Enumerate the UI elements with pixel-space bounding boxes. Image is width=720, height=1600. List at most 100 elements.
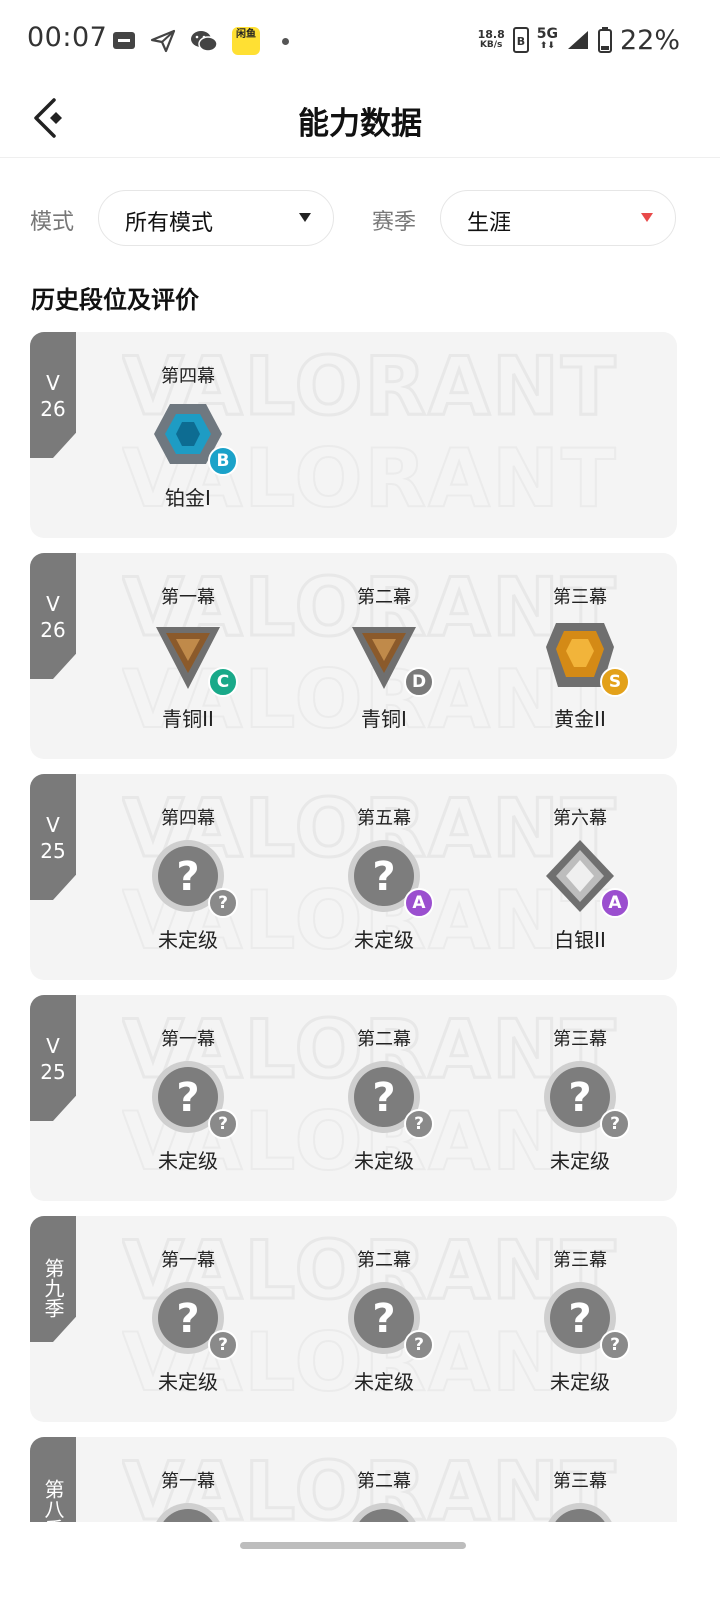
act-item[interactable]: 第三幕	[490, 1437, 670, 1522]
rank-name: 白银II	[554, 928, 606, 952]
rank-badge: A	[542, 838, 630, 918]
xianyu-app-icon: 闲鱼	[232, 27, 260, 55]
season-tag-line2: 26	[40, 397, 66, 421]
rank-badge: B	[150, 396, 238, 476]
svg-text:?: ?	[176, 854, 199, 900]
svg-text:?: ?	[176, 1075, 199, 1121]
act-item[interactable]: 第二幕 ? ? 未定级	[294, 995, 474, 1201]
rank-badge: ? ?	[542, 1059, 630, 1139]
mode-label: 模式	[30, 210, 75, 235]
unranked-icon	[548, 1503, 612, 1522]
season-tag: V 25	[30, 995, 76, 1121]
signal-icon	[567, 31, 588, 49]
rank-name: 未定级	[354, 928, 414, 952]
act-item[interactable]: 第二幕	[294, 1437, 474, 1522]
grade-badge: A	[404, 888, 434, 918]
section-title: 历史段位及评价	[31, 286, 199, 314]
rank-badge: ? ?	[150, 1280, 238, 1360]
svg-text:?: ?	[568, 1075, 591, 1121]
grade-badge: ?	[208, 888, 238, 918]
grade-badge: ?	[404, 1109, 434, 1139]
act-name: 第四幕	[161, 808, 215, 829]
rank-name: 青铜II	[162, 707, 214, 731]
grade-badge: ?	[600, 1330, 630, 1360]
rank-badge: D	[346, 617, 434, 697]
season-tag-line1: V	[46, 813, 60, 837]
act-name: 第五幕	[357, 808, 411, 829]
act-item[interactable]: 第二幕 ? ? 未定级	[294, 1216, 474, 1422]
act-item[interactable]: 第三幕 S 黄金II	[490, 553, 670, 759]
act-item[interactable]: 第一幕 ? ? 未定级	[98, 995, 278, 1201]
grade-badge: ?	[208, 1330, 238, 1360]
network-label: 5G	[536, 26, 558, 42]
season-card: VALORANT VALORANT V 26 第一幕 C 青铜II 第二幕 D …	[30, 553, 677, 759]
mode-select[interactable]: 所有模式	[98, 190, 334, 246]
rank-badge: C	[150, 617, 238, 697]
act-name: 第三幕	[553, 1250, 607, 1271]
system-status: 18.8 KB/s B 5G ⬆⬇ 22%	[478, 22, 680, 58]
act-item[interactable]: 第一幕 C 青铜II	[98, 553, 278, 759]
status-time: 00:07	[27, 22, 108, 53]
rank-history-list[interactable]: VALORANT VALORANT V 26 第四幕 B 铂金I VALORAN…	[30, 332, 678, 1522]
grade-badge: S	[600, 667, 630, 697]
act-item[interactable]: 第六幕 A 白银II	[490, 774, 670, 980]
act-item[interactable]: 第五幕 ? A 未定级	[294, 774, 474, 980]
act-item[interactable]: 第三幕 ? ? 未定级	[490, 995, 670, 1201]
mode-select-value: 所有模式	[125, 211, 214, 236]
dot-icon	[282, 37, 289, 45]
act-name: 第二幕	[357, 1250, 411, 1271]
grade-badge: C	[208, 667, 238, 697]
act-name: 第六幕	[553, 808, 607, 829]
xianyu-label: 闲鱼	[236, 29, 256, 40]
season-tag-line2: 25	[40, 839, 66, 863]
status-bar: 00:07 闲鱼 18.8 KB/s B 5G ⬆⬇ 22%	[0, 0, 720, 80]
rank-name: 黄金II	[554, 707, 606, 731]
message-icon	[113, 32, 135, 49]
battery-percent: 22%	[619, 24, 680, 56]
season-tag-line2: 26	[40, 618, 66, 642]
chevron-down-icon	[641, 213, 653, 222]
filter-bar: 模式 所有模式 赛季 生涯	[30, 190, 678, 246]
act-name: 第四幕	[161, 366, 215, 387]
rank-badge: S	[542, 617, 630, 697]
act-item[interactable]: 第一幕	[98, 1437, 278, 1522]
sim-icon: B	[512, 27, 529, 53]
season-tag-line1: V	[46, 1034, 60, 1058]
season-tag: V 26	[30, 553, 76, 679]
rank-badge	[346, 1501, 422, 1522]
act-name: 第三幕	[553, 1471, 607, 1492]
act-item[interactable]: 第四幕 B 铂金I	[98, 332, 278, 538]
svg-text:?: ?	[372, 1075, 395, 1121]
act-name: 第二幕	[357, 587, 411, 608]
act-item[interactable]: 第二幕 D 青铜I	[294, 553, 474, 759]
grade-badge: D	[404, 667, 434, 697]
network-type: 5G ⬆⬇	[536, 26, 558, 51]
season-tag-text: 第八季	[41, 1479, 65, 1522]
notification-icons: 闲鱼	[112, 26, 289, 56]
svg-text:?: ?	[372, 854, 395, 900]
act-name: 第二幕	[357, 1471, 411, 1492]
grade-badge: ?	[404, 1330, 434, 1360]
home-indicator[interactable]	[240, 1542, 466, 1549]
rank-name: 未定级	[158, 1370, 218, 1394]
rank-badge: ? ?	[542, 1280, 630, 1360]
season-tag: V 25	[30, 774, 76, 900]
act-item[interactable]: 第四幕 ? ? 未定级	[98, 774, 278, 980]
rank-badge: ? ?	[150, 1059, 238, 1139]
season-label: 赛季	[372, 210, 417, 235]
page-title: 能力数据	[298, 106, 422, 142]
net-speed-value: 18.8	[477, 28, 505, 41]
act-item[interactable]: 第一幕 ? ? 未定级	[98, 1216, 278, 1422]
act-item[interactable]: 第三幕 ? ? 未定级	[490, 1216, 670, 1422]
season-card: VALORANT VALORANT V 25 第四幕 ? ? 未定级 第五幕 ?…	[30, 774, 677, 980]
rank-badge: ? ?	[150, 838, 238, 918]
rank-name: 未定级	[158, 928, 218, 952]
season-select-value: 生涯	[467, 211, 512, 236]
season-select[interactable]: 生涯	[440, 190, 676, 246]
season-tag: 第九季	[30, 1216, 76, 1342]
unranked-icon	[352, 1503, 416, 1522]
act-name: 第一幕	[161, 1250, 215, 1271]
season-tag: 第八季	[30, 1437, 76, 1522]
svg-text:?: ?	[568, 1296, 591, 1342]
act-name: 第一幕	[161, 587, 215, 608]
